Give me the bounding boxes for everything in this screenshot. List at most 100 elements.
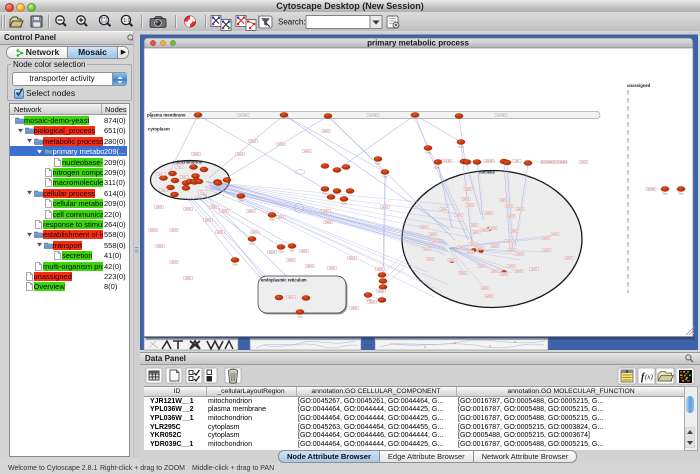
svg-text:GO:0: GO:0 [581, 161, 587, 164]
svg-text:GO:0: GO:0 [459, 246, 465, 249]
svg-text:GO:0: GO:0 [470, 243, 476, 246]
svg-text:GO:0: GO:0 [508, 215, 514, 218]
svg-text:GO:0: GO:0 [193, 153, 199, 156]
svg-text:Gxx: Gxx [290, 249, 296, 253]
svg-text:GO:0: GO:0 [508, 265, 514, 268]
svg-text:GO:0: GO:0 [248, 210, 254, 213]
svg-text:GO:0: GO:0 [456, 214, 462, 217]
svg-text:GO:0: GO:0 [325, 221, 331, 224]
svg-text:GO:0: GO:0 [329, 267, 335, 270]
svg-text:Gxx: Gxx [250, 242, 256, 246]
svg-text:GO:0: GO:0 [185, 277, 191, 280]
svg-text:Gxx: Gxx [233, 263, 239, 267]
svg-text:GO:0: GO:0 [323, 130, 329, 133]
svg-text:GO: GO [515, 160, 519, 163]
svg-text:GO:0: GO:0 [516, 270, 522, 273]
svg-text:Gxx: Gxx [323, 192, 329, 196]
svg-text:Gxx: Gxx [459, 145, 465, 149]
svg-text:GO:0: GO:0 [460, 272, 466, 275]
svg-text:GO:0: GO:0 [544, 249, 550, 252]
svg-text:Gxx: Gxx [239, 199, 245, 203]
svg-text:GO:0: GO:0 [430, 233, 436, 236]
svg-text:GO:0: GO:0 [501, 199, 507, 202]
svg-text:Search:: Search: [278, 18, 306, 27]
svg-text:GO:0: GO:0 [252, 231, 258, 234]
svg-text:GO:0: GO:0 [307, 265, 313, 268]
svg-text:GO:0: GO:0 [424, 248, 430, 251]
svg-text:mitochondrion: mitochondrion [173, 160, 203, 165]
svg-text:GO:0: GO:0 [304, 150, 310, 153]
svg-text:GO:0: GO:0 [517, 253, 523, 256]
svg-text:GO:0: GO:0 [486, 295, 492, 298]
svg-text:GO:0: GO:0 [221, 210, 227, 213]
svg-text:GO:0: GO:0 [421, 226, 427, 229]
svg-text:Gxx: Gxx [426, 151, 432, 155]
svg-text:Gxx: Gxx [435, 166, 441, 170]
svg-text:GO:0: GO:0 [171, 261, 177, 264]
svg-text:Gxx: Gxx [270, 218, 276, 222]
svg-text:Gxx: Gxx [298, 315, 304, 319]
svg-text:GO:0: GO:0 [501, 273, 507, 276]
svg-text:GO:0: GO:0 [479, 265, 485, 268]
svg-text:GO:0: GO:0 [211, 206, 217, 209]
svg-text:GO:004: GO:004 [368, 113, 378, 117]
svg-text:GO:0: GO:0 [269, 251, 275, 254]
svg-text:GO:0: GO:0 [566, 257, 572, 260]
svg-text:nucleus: nucleus [479, 170, 495, 175]
svg-text:GO:0: GO:0 [377, 268, 383, 271]
svg-text:GO:0: GO:0 [278, 143, 284, 146]
svg-text:GO:0: GO:0 [171, 229, 177, 232]
svg-text:Gxx: Gxx [367, 298, 373, 302]
svg-text:GO:0: GO:0 [471, 224, 477, 227]
svg-text:GO:0: GO:0 [506, 205, 512, 208]
svg-text:(x): (x) [645, 373, 653, 381]
svg-text:GO:0: GO:0 [467, 251, 473, 254]
svg-text:GO:0: GO:0 [506, 240, 512, 243]
svg-text:GO:0: GO:0 [492, 245, 498, 248]
svg-text:Gxx: Gxx [663, 192, 669, 196]
svg-text:GO:0: GO:0 [449, 259, 455, 262]
svg-text:GO:0: GO:0 [288, 296, 294, 299]
svg-text:GO:0: GO:0 [157, 245, 163, 248]
svg-text:GO:0: GO:0 [511, 230, 517, 233]
svg-text:GO:0: GO:0 [432, 240, 438, 243]
svg-text:GO:0: GO:0 [490, 227, 496, 230]
svg-text:Gxx: Gxx [342, 202, 348, 206]
svg-text:GO:00: GO:00 [443, 160, 451, 163]
svg-text:1:1: 1:1 [123, 18, 130, 24]
svg-text:GO:0: GO:0 [349, 257, 355, 260]
svg-text:GO:004: GO:004 [238, 113, 248, 117]
svg-text:GO:0: GO:0 [492, 270, 498, 273]
svg-text:GO:0: GO:0 [382, 206, 388, 209]
svg-text:GO:004: GO:004 [496, 113, 506, 117]
svg-text:GO:0: GO:0 [250, 140, 256, 143]
svg-text:Gxx: Gxx [279, 250, 285, 254]
svg-text:GO:0: GO:0 [517, 208, 523, 211]
svg-text:GO:0: GO:0 [552, 233, 558, 236]
svg-text:GO:0: GO:0 [156, 206, 162, 209]
svg-text:GO:0: GO:0 [465, 188, 471, 191]
svg-text:GO:0: GO:0 [351, 307, 357, 310]
svg-text:GO:0: GO:0 [323, 210, 329, 213]
svg-text:cytoplasm: cytoplasm [148, 127, 170, 132]
svg-text:GO:0: GO:0 [427, 258, 433, 261]
svg-text:unassigned: unassigned [627, 83, 651, 88]
svg-text:GO:0: GO:0 [509, 249, 515, 252]
svg-text:Gxx: Gxx [381, 287, 387, 291]
svg-text:primary metabolic process: primary metabolic process [367, 39, 469, 48]
svg-text:GO:0: GO:0 [237, 153, 243, 156]
svg-text:GO:0: GO:0 [150, 229, 156, 232]
svg-text:GO:0: GO:0 [463, 198, 469, 201]
svg-text:Gxx: Gxx [376, 162, 382, 166]
svg-text:GO:0: GO:0 [543, 237, 549, 240]
svg-text:GO:0: GO:0 [482, 287, 488, 290]
svg-text:GO:0: GO:0 [467, 204, 473, 207]
svg-text:GO:0: GO:0 [185, 208, 191, 211]
svg-text:Gxx: Gxx [383, 175, 389, 179]
svg-text:endoplasmic reticulum: endoplasmic reticulum [261, 278, 307, 283]
svg-text:GO:0: GO:0 [473, 231, 479, 234]
svg-text:plasma membrane: plasma membrane [147, 113, 186, 118]
svg-text:GO:0: GO:0 [288, 259, 294, 262]
svg-text:GO:0044444 GO:00444: GO:0044444 GO:00444 [541, 161, 567, 164]
svg-text:GO:0: GO:0 [477, 247, 483, 250]
